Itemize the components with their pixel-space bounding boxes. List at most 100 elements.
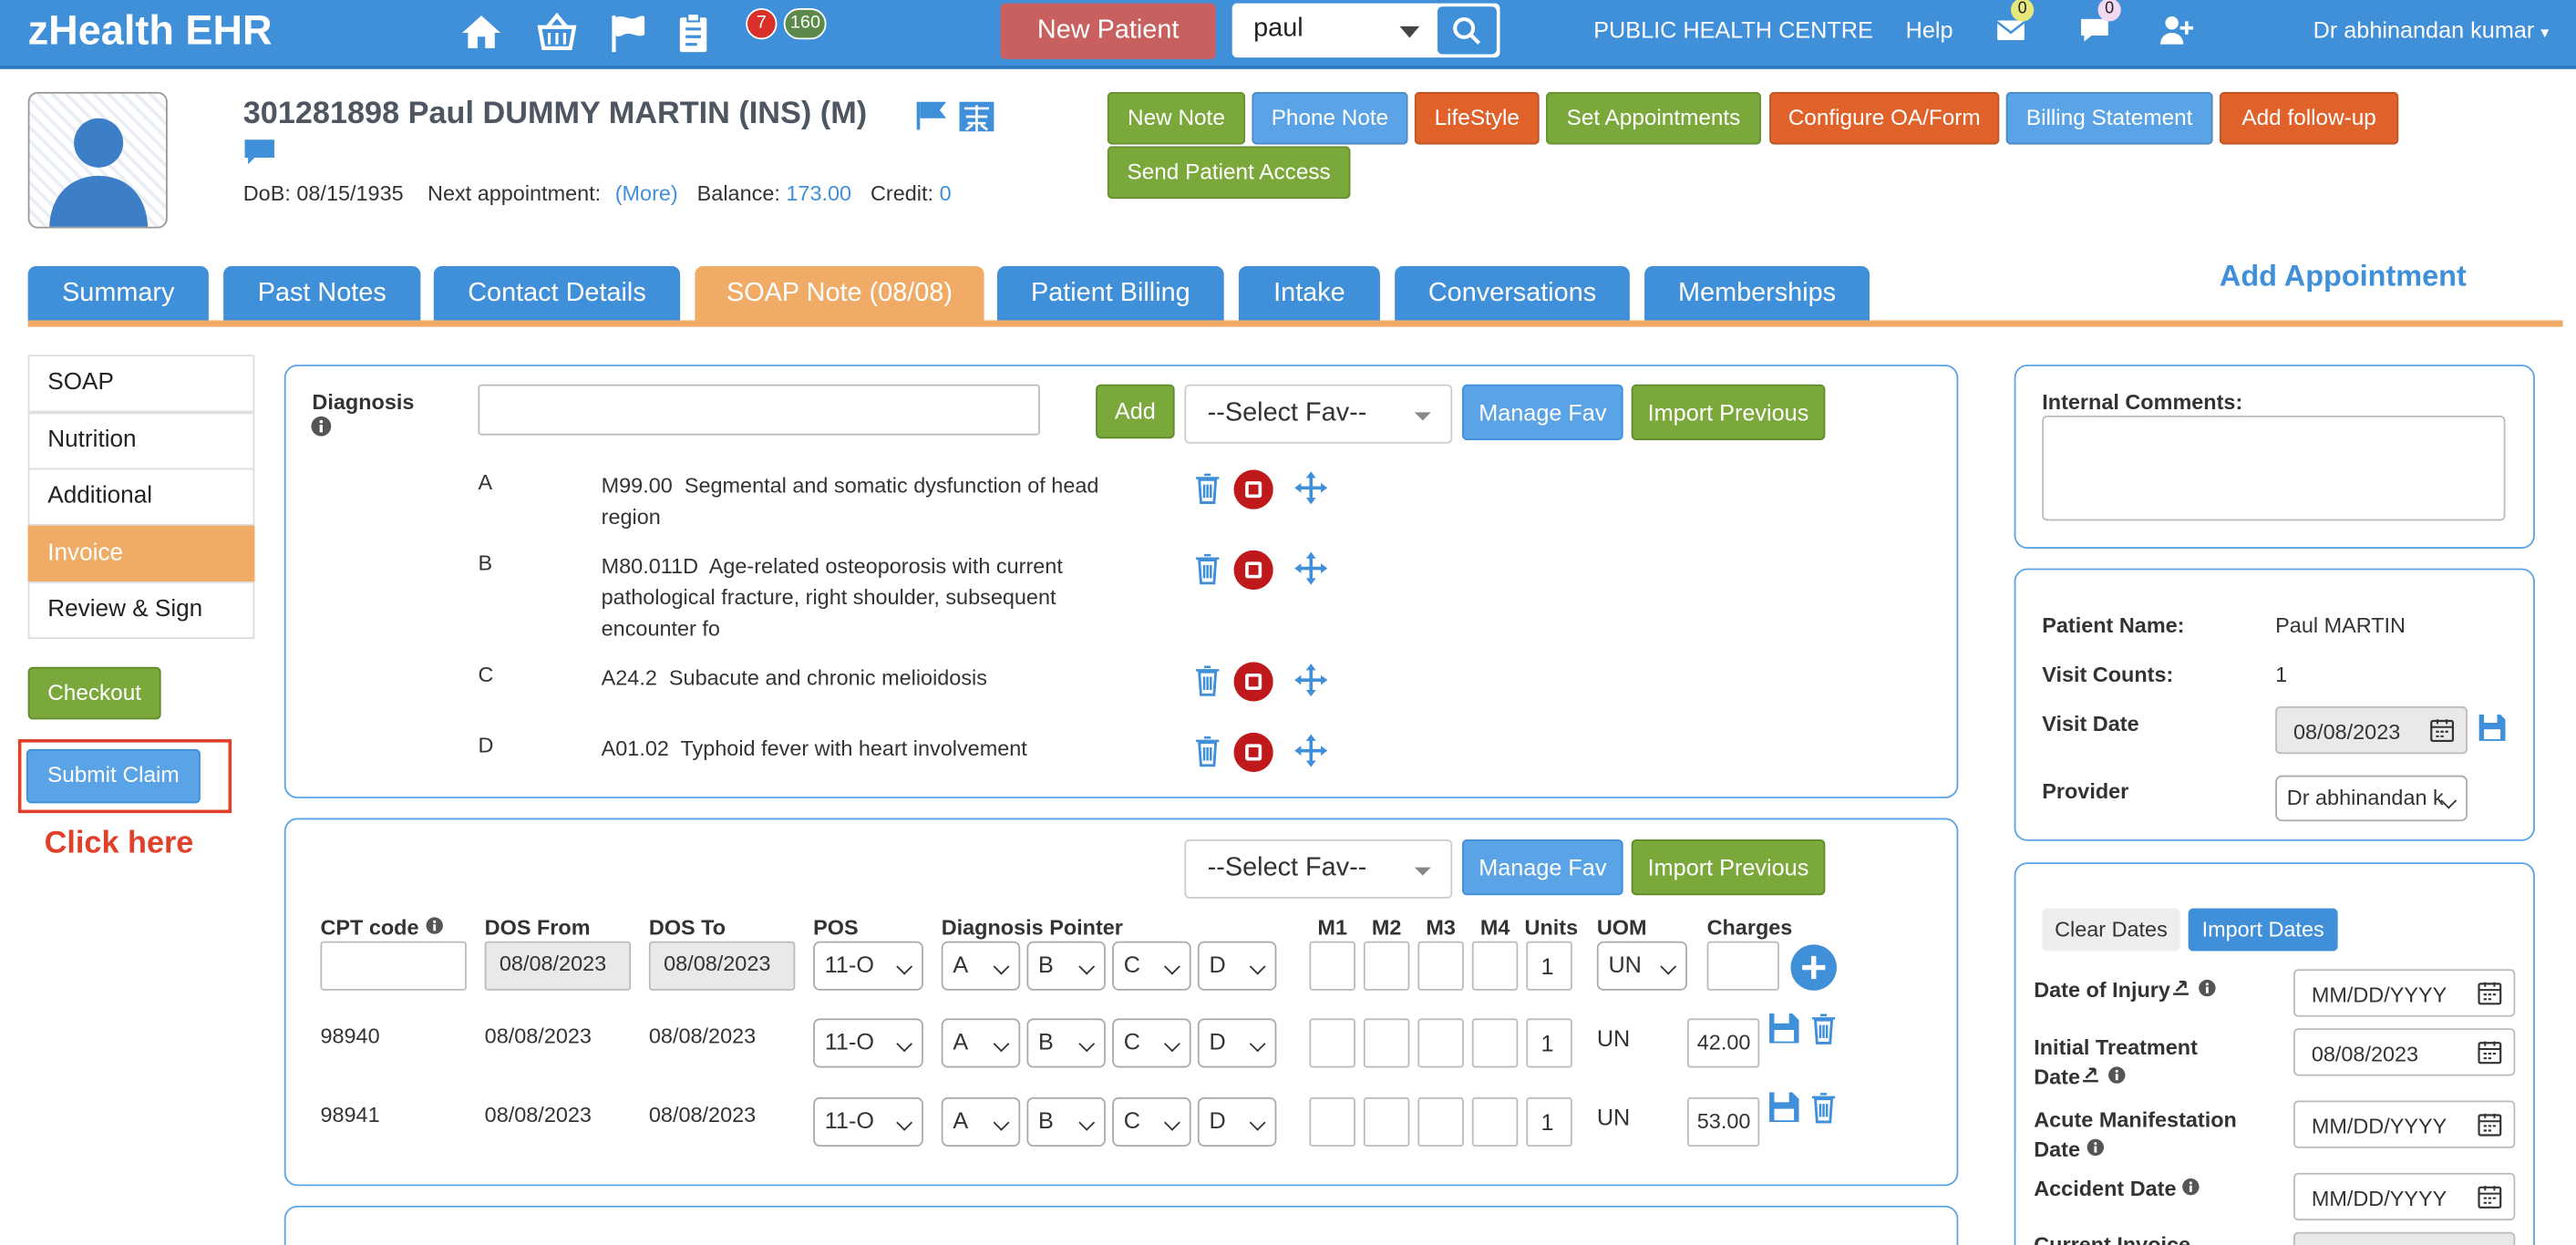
row-pointer-1-select[interactable]: A [941, 1018, 1021, 1068]
visit-date-input[interactable]: 08/08/2023 [2275, 705, 2468, 755]
import-previous-button[interactable]: Import Previous [1631, 384, 1826, 441]
cpt-code-input[interactable] [320, 941, 467, 991]
row-pointer-3-select[interactable]: C [1112, 1018, 1191, 1068]
row-pos-select[interactable]: 11-O [813, 1096, 923, 1147]
acute-manifestation-date-input[interactable]: MM/DD/YYYY [2293, 1100, 2516, 1148]
move-icon[interactable] [1293, 662, 1329, 698]
billing-statement-button[interactable]: Billing Statement [2005, 91, 2213, 145]
home-icon[interactable] [459, 10, 504, 56]
left-menu-soap[interactable]: SOAP [27, 355, 255, 413]
left-menu-nutrition[interactable]: Nutrition [27, 412, 255, 470]
tab-past-notes[interactable]: Past Notes [223, 265, 421, 321]
add-follow-up-button[interactable]: Add follow-up [2219, 91, 2399, 145]
stop-icon[interactable] [1233, 662, 1273, 702]
add-cpt-icon[interactable] [1789, 943, 1839, 993]
add-diagnosis-button[interactable]: Add [1096, 384, 1175, 439]
m4-input[interactable] [1471, 941, 1519, 991]
pointer-4-select[interactable]: D [1197, 941, 1277, 991]
trash-icon[interactable] [1190, 550, 1226, 587]
row-m4-input[interactable] [1471, 1096, 1519, 1147]
import-dates-button[interactable]: Import Dates [2188, 908, 2338, 952]
left-menu-review-sign[interactable]: Review & Sign [27, 581, 255, 640]
row-pointer-2-select[interactable]: B [1026, 1018, 1106, 1068]
dos-to-input[interactable]: 08/08/2023 [648, 941, 796, 991]
new-note-button[interactable]: New Note [1107, 91, 1246, 145]
row-pointer-3-select[interactable]: C [1112, 1096, 1191, 1147]
row-m4-input[interactable] [1471, 1018, 1519, 1068]
calendar-icon[interactable] [2478, 1040, 2502, 1065]
diagnosis-fav-select[interactable]: --Select Fav-- [1184, 384, 1453, 444]
next-appointment-more-link[interactable]: (More) [615, 180, 678, 205]
comment-icon[interactable] [243, 138, 276, 167]
search-button[interactable] [1437, 6, 1497, 55]
row-pointer-2-select[interactable]: B [1026, 1096, 1106, 1147]
help-link[interactable]: Help [1906, 16, 1953, 43]
calendar-icon[interactable] [2478, 1184, 2502, 1209]
row-pointer-4-select[interactable]: D [1197, 1018, 1277, 1068]
m1-input[interactable] [1309, 941, 1355, 991]
initial-treatment-date-input[interactable]: 08/08/2023 [2293, 1028, 2516, 1076]
alerts-badge[interactable]: 7 [746, 8, 778, 40]
send-patient-access-button[interactable]: Send Patient Access [1107, 146, 1351, 200]
row-pointer-4-select[interactable]: D [1197, 1096, 1277, 1147]
row-m1-input[interactable] [1309, 1018, 1355, 1068]
balance-value[interactable]: 173.00 [786, 180, 851, 205]
manage-fav-button[interactable]: Manage Fav [1462, 384, 1623, 441]
pointer-3-select[interactable]: C [1112, 941, 1191, 991]
tab-contact-details[interactable]: Contact Details [433, 265, 681, 321]
trash-icon[interactable] [1190, 733, 1226, 769]
diagnosis-search-input[interactable] [478, 384, 1040, 436]
add-user-icon[interactable] [2157, 12, 2196, 48]
clear-dates-button[interactable]: Clear Dates [2042, 908, 2180, 952]
move-icon[interactable] [1293, 550, 1329, 587]
trash-icon[interactable] [1806, 1010, 1842, 1046]
row-m1-input[interactable] [1309, 1096, 1355, 1147]
m3-input[interactable] [1417, 941, 1464, 991]
info-icon[interactable] [311, 416, 332, 437]
stop-icon[interactable] [1233, 469, 1273, 509]
flag-icon[interactable] [606, 10, 652, 56]
tab-summary[interactable]: Summary [27, 265, 209, 321]
row-pos-select[interactable]: 11-O [813, 1018, 923, 1068]
row-pointer-1-select[interactable]: A [941, 1096, 1021, 1147]
tasks-badge[interactable]: 160 [783, 8, 828, 40]
row-m2-input[interactable] [1363, 1018, 1410, 1068]
tab-patient-billing[interactable]: Patient Billing [996, 265, 1224, 321]
tab-conversations[interactable]: Conversations [1395, 265, 1630, 321]
add-appointment-link[interactable]: Add Appointment [2220, 260, 2467, 294]
brand-logo[interactable]: zHealth EHR [28, 8, 273, 56]
charges-input[interactable] [1706, 941, 1779, 991]
new-patient-button[interactable]: New Patient [1000, 3, 1216, 59]
pos-select[interactable]: 11-O [813, 941, 923, 991]
trash-icon[interactable] [1190, 469, 1226, 506]
tab-intake[interactable]: Intake [1238, 265, 1380, 321]
row-m3-input[interactable] [1417, 1018, 1464, 1068]
current-invoice-input[interactable] [2293, 1231, 2516, 1245]
row-charge-input[interactable]: 42.00 [1686, 1018, 1760, 1068]
m2-input[interactable] [1363, 941, 1410, 991]
left-menu-additional[interactable]: Additional [27, 468, 255, 526]
lifestyle-button[interactable]: LifeStyle [1414, 91, 1540, 145]
calendar-icon[interactable] [2430, 718, 2455, 743]
calendar-icon[interactable] [2478, 1112, 2502, 1137]
user-menu[interactable]: Dr abhinandan kumar ▾ [2313, 16, 2550, 43]
stop-icon[interactable] [1233, 550, 1273, 591]
stop-icon[interactable] [1233, 732, 1273, 773]
chevron-down-icon[interactable] [1390, 13, 1429, 49]
trash-icon[interactable] [1806, 1089, 1842, 1126]
clinic-name[interactable]: PUBLIC HEALTH CENTRE [1593, 16, 1873, 43]
trash-icon[interactable] [1190, 662, 1226, 698]
pointer-1-select[interactable]: A [941, 941, 1021, 991]
row-charge-input[interactable]: 53.00 [1686, 1096, 1760, 1147]
save-icon[interactable] [1767, 1091, 1800, 1124]
configure-oa-form-button[interactable]: Configure OA/Form [1769, 91, 2000, 145]
tab-memberships[interactable]: Memberships [1644, 265, 1870, 321]
row-units-input[interactable]: 1 [1526, 1018, 1572, 1068]
basket-icon[interactable] [534, 10, 580, 56]
units-input[interactable]: 1 [1526, 941, 1572, 991]
save-icon[interactable] [2478, 713, 2507, 742]
cpt-manage-fav-button[interactable]: Manage Fav [1462, 839, 1623, 896]
dos-from-input[interactable]: 08/08/2023 [484, 941, 632, 991]
flag-icon[interactable] [913, 98, 950, 131]
left-menu-invoice[interactable]: Invoice [27, 525, 255, 583]
